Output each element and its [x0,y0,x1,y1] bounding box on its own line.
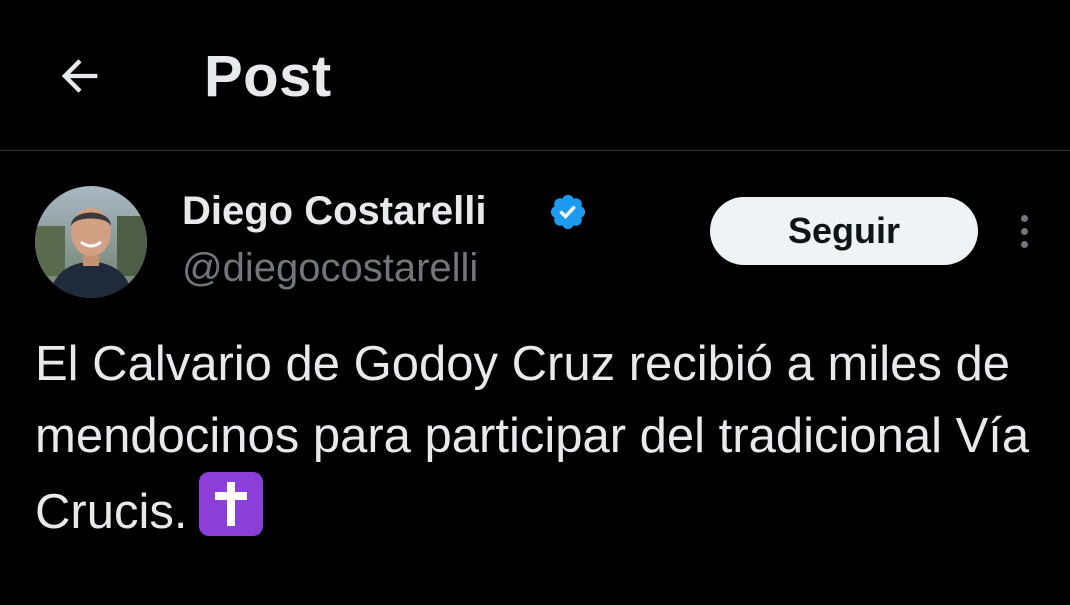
avatar[interactable] [35,186,147,298]
author-name[interactable]: Diego Costarelli [182,187,487,235]
arrow-left-icon [61,59,98,93]
follow-button[interactable]: Seguir [710,197,978,265]
verified-badge-icon [550,194,586,230]
page-title: Post [204,44,332,109]
back-button[interactable] [44,40,116,112]
author-handle[interactable]: @diegocostarelli [182,244,478,292]
post-text: El Calvario de Godoy Cruz recibió a mile… [35,328,1035,548]
more-options-button[interactable] [1004,208,1044,254]
top-bar: Post [0,0,1070,151]
vertical-dots-icon [1020,214,1028,222]
latin-cross-emoji [199,472,264,536]
post-text-content: El Calvario de Godoy Cruz recibió a mile… [35,337,1030,539]
